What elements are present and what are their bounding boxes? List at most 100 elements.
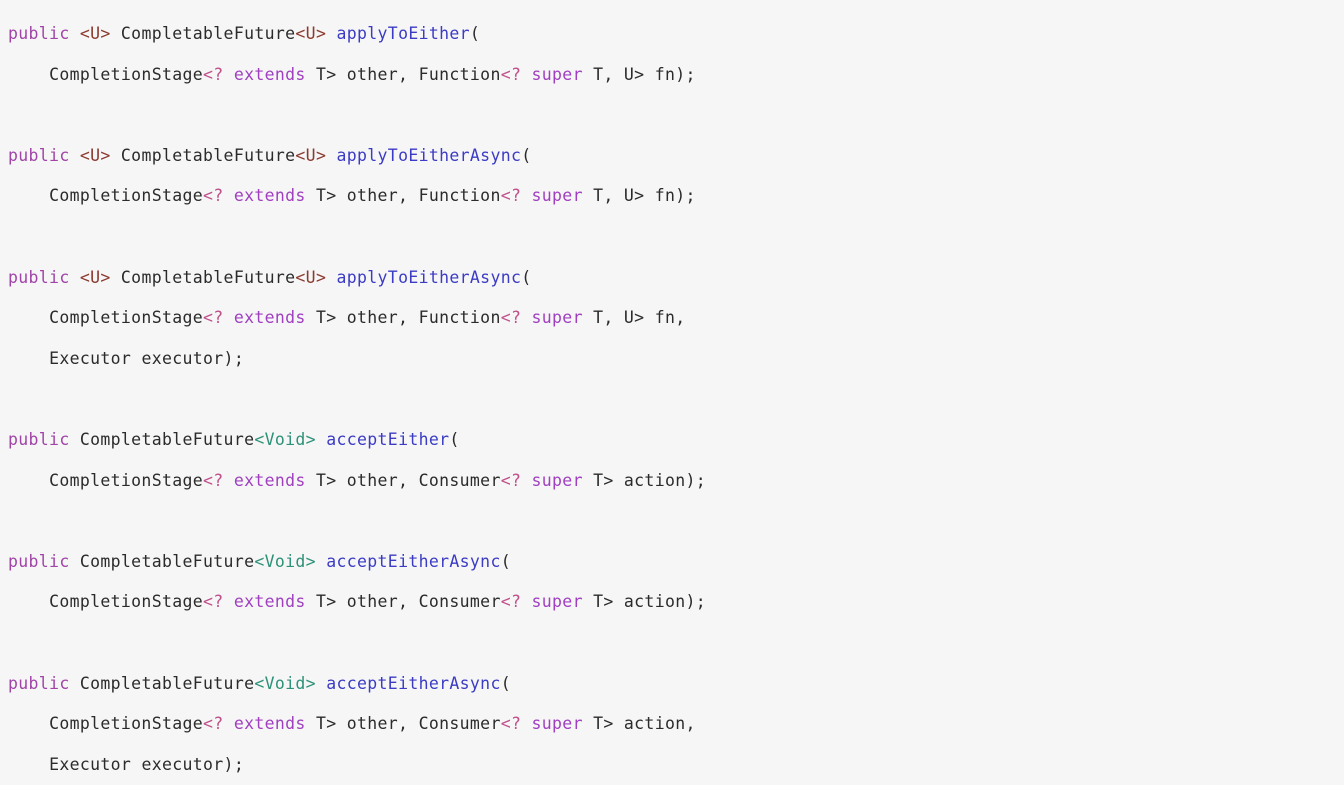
code-token: Consumer <box>418 592 501 612</box>
code-token: acceptEitherAsync <box>326 673 501 693</box>
code-token: T, U> fn, <box>582 308 686 328</box>
code-token: CompletableFuture <box>120 24 296 43</box>
code-token: CompletableFuture <box>120 145 296 165</box>
code-token: <? <box>500 714 522 734</box>
code-token: acceptEitherAsync <box>326 551 501 571</box>
code-token: ( <box>500 673 511 693</box>
code-token: ( <box>521 145 532 165</box>
code-token: ( <box>521 267 532 287</box>
code-token: <? <box>500 592 522 612</box>
code-token: extends <box>233 64 306 84</box>
code-token: CompletionStage <box>49 470 204 490</box>
code-token: Executor <box>49 348 132 368</box>
code-token: public <box>8 145 70 165</box>
code-token: <? <box>500 308 522 328</box>
code-token: <? <box>500 470 522 490</box>
code-line: CompletionStage<? extends T> other, Func… <box>8 298 1344 339</box>
code-token: public <box>8 429 70 449</box>
code-token: Function <box>418 64 501 84</box>
code-token: executor); <box>131 754 245 774</box>
code-line: CompletionStage<? extends T> other, Cons… <box>8 461 1344 502</box>
code-token: <U> <box>295 145 327 165</box>
code-token: CompletionStage <box>49 64 204 84</box>
code-token: T> action); <box>582 470 707 490</box>
code-token: acceptEither <box>326 429 450 449</box>
code-token: <U> <box>79 145 111 165</box>
code-line: public <U> CompletableFuture<U> applyToE… <box>8 136 1344 177</box>
code-line: public <U> CompletableFuture<U> applyToE… <box>8 258 1344 299</box>
code-line: public <U> CompletableFuture<U> applyToE… <box>8 14 1344 55</box>
code-token: applyToEitherAsync <box>336 145 522 165</box>
code-token: public <box>8 267 70 287</box>
code-token: T, U> fn); <box>582 64 696 84</box>
code-token: extends <box>233 714 306 734</box>
code-token: extends <box>233 308 306 328</box>
code-token: <? <box>203 592 224 612</box>
code-token: T> other, <box>305 470 419 490</box>
code-token: <? <box>203 64 224 84</box>
code-token: public <box>8 551 70 571</box>
code-token: Consumer <box>418 714 501 734</box>
code-token: T, U> fn); <box>582 186 696 206</box>
code-token: <? <box>203 186 224 206</box>
code-token: CompletionStage <box>49 714 204 734</box>
code-token: <U> <box>79 24 111 43</box>
code-token: Consumer <box>418 470 501 490</box>
code-token: super <box>531 470 583 490</box>
code-token: super <box>531 64 583 84</box>
code-token: CompletableFuture <box>79 429 255 449</box>
code-line: CompletionStage<? extends T> other, Cons… <box>8 582 1344 623</box>
code-token: ( <box>449 429 460 449</box>
code-token: <? <box>500 64 522 84</box>
code-token: T> action, <box>582 714 696 734</box>
code-line: Executor executor); <box>8 745 1344 785</box>
code-line: public CompletableFuture<Void> acceptEit… <box>8 542 1344 583</box>
code-token: CompletableFuture <box>120 267 296 287</box>
code-token: Executor <box>49 754 132 774</box>
code-line: CompletionStage<? extends T> other, Func… <box>8 55 1344 96</box>
code-token: CompletionStage <box>49 592 204 612</box>
code-token: Function <box>418 308 501 328</box>
code-token: ( <box>500 551 511 571</box>
code-token: <U> <box>295 267 327 287</box>
code-token: extends <box>233 186 306 206</box>
code-token: applyToEitherAsync <box>336 267 522 287</box>
code-viewer[interactable]: public <U> CompletableFuture<U> applyToE… <box>0 0 1344 785</box>
code-token: super <box>531 308 583 328</box>
code-token: extends <box>233 592 306 612</box>
code-token: Function <box>418 186 501 206</box>
code-token: <Void> <box>254 429 316 449</box>
code-token: T> other, <box>305 592 419 612</box>
code-token: T> other, <box>305 308 419 328</box>
code-token: <Void> <box>254 551 316 571</box>
code-token: <? <box>203 714 224 734</box>
